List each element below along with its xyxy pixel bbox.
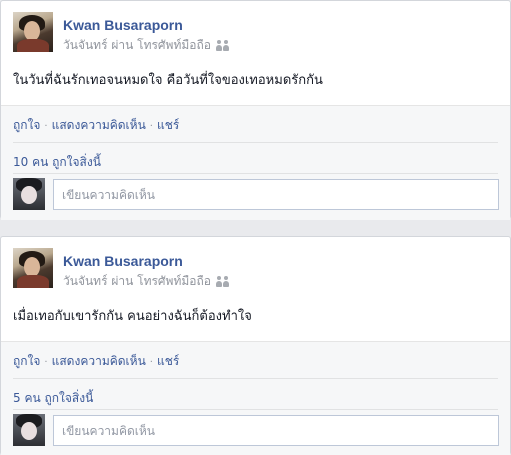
friends-icon[interactable]: [215, 275, 230, 287]
friends-icon[interactable]: [215, 39, 230, 51]
post-timestamp[interactable]: วันจันทร์ ผ่าน โทรศัพท์มือถือ: [63, 272, 211, 291]
divider: [13, 378, 498, 379]
separator-dot: ·: [149, 121, 153, 132]
separator-dot: ·: [149, 357, 153, 368]
comment-link[interactable]: แสดงความคิดเห็น: [52, 354, 146, 368]
share-link[interactable]: แชร์: [157, 118, 179, 132]
post-actions-area: ถูกใจ · แสดงความคิดเห็น · แชร์ 5 คน ถูกใจสิ่…: [1, 341, 510, 455]
post-actions-area: ถูกใจ · แสดงความคิดเห็น · แชร์ 10 คน ถูกใจสิ…: [1, 105, 510, 220]
separator-dot: ·: [44, 357, 48, 368]
post-status-text: เมื่อเทอกับเขารักกัน คนอย่างฉันก็ต้องทำใ…: [13, 309, 252, 324]
divider: [13, 409, 498, 410]
commenter-avatar: [13, 178, 45, 210]
divider: [13, 142, 498, 143]
share-link[interactable]: แชร์: [157, 354, 179, 368]
author-avatar[interactable]: [13, 12, 53, 52]
like-link[interactable]: ถูกใจ: [13, 354, 40, 368]
feed-post: Kwan Busaraporn วันจันทร์ ผ่าน โทรศัพท์ม…: [0, 236, 511, 455]
divider: [13, 173, 498, 174]
author-name[interactable]: Kwan Busaraporn: [63, 17, 183, 33]
post-timestamp[interactable]: วันจันทร์ ผ่าน โทรศัพท์มือถือ: [63, 36, 211, 55]
commenter-avatar: [13, 414, 45, 446]
likes-count[interactable]: 5 คน ถูกใจสิ่งนี้: [13, 389, 93, 408]
like-link[interactable]: ถูกใจ: [13, 118, 40, 132]
feed-post: Kwan Busaraporn วันจันทร์ ผ่าน โทรศัพท์ม…: [0, 0, 511, 220]
comment-input[interactable]: [53, 179, 499, 210]
comment-input[interactable]: [53, 415, 499, 446]
post-status-text: ในวันที่ฉันรักเทอจนหมดใจ คือวันที่ใจของเ…: [13, 73, 323, 88]
post-meta: วันจันทร์ ผ่าน โทรศัพท์มือถือ: [63, 272, 230, 291]
action-links: ถูกใจ · แสดงความคิดเห็น · แชร์: [13, 352, 179, 371]
action-links: ถูกใจ · แสดงความคิดเห็น · แชร์: [13, 116, 179, 135]
author-avatar[interactable]: [13, 248, 53, 288]
likes-count[interactable]: 10 คน ถูกใจสิ่งนี้: [13, 153, 101, 172]
comment-link[interactable]: แสดงความคิดเห็น: [52, 118, 146, 132]
separator-dot: ·: [44, 121, 48, 132]
author-name[interactable]: Kwan Busaraporn: [63, 253, 183, 269]
post-meta: วันจันทร์ ผ่าน โทรศัพท์มือถือ: [63, 36, 230, 55]
